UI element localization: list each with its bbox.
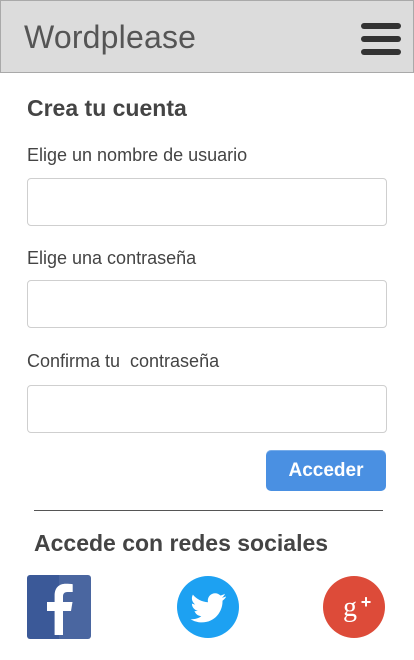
google-plus-login-button[interactable]: g + — [322, 575, 386, 639]
form-title: Crea tu cuenta — [27, 95, 187, 121]
svg-text:+: + — [361, 592, 372, 612]
brand-title[interactable]: Wordplease — [24, 19, 196, 56]
top-bar: Wordplease — [0, 0, 414, 73]
submit-button[interactable]: Acceder — [266, 450, 386, 491]
username-input[interactable] — [27, 178, 387, 226]
confirm-password-input[interactable] — [27, 385, 387, 433]
password-label: Elige una contraseña — [27, 248, 197, 268]
twitter-login-button[interactable] — [176, 575, 240, 639]
facebook-icon — [27, 575, 91, 639]
social-login-title: Accede con redes sociales — [34, 530, 329, 556]
password-input[interactable] — [27, 280, 387, 328]
menu-line — [361, 23, 401, 29]
twitter-icon — [177, 576, 239, 638]
menu-line — [361, 49, 401, 55]
google-plus-icon: g + — [323, 576, 385, 638]
hamburger-menu-icon[interactable] — [361, 23, 403, 55]
username-label: Elige un nombre de usuario — [27, 145, 248, 165]
confirm-password-label: Confirma tu contraseña — [27, 351, 220, 371]
svg-text:g: g — [343, 592, 357, 623]
menu-line — [361, 36, 401, 42]
facebook-login-button[interactable] — [27, 575, 91, 639]
divider — [34, 510, 383, 511]
